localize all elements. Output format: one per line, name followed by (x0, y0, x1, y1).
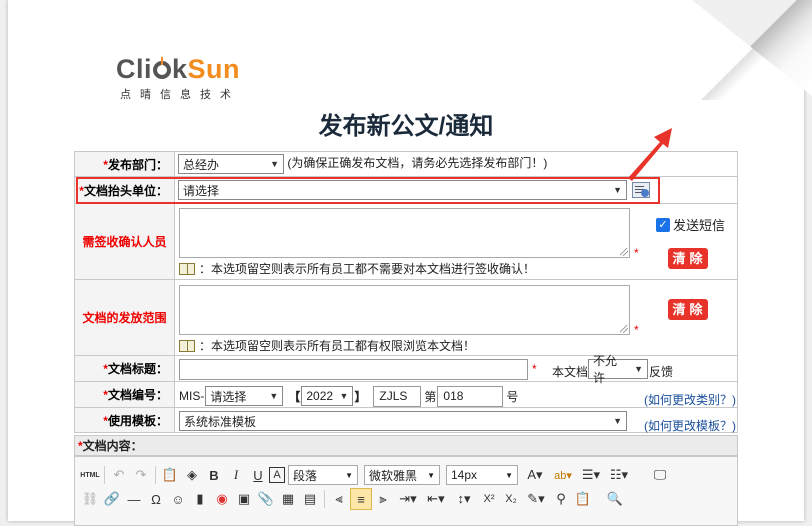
unordered-list-icon[interactable]: ☰▾ (577, 464, 605, 486)
change-template-link[interactable]: (如何更改模板？) (644, 417, 736, 434)
redo-icon[interactable]: ↷ (130, 464, 152, 486)
required-mark: * (634, 246, 639, 260)
feedback-post: 反馈 (649, 365, 674, 379)
sms-label: 发送短信 (673, 218, 726, 233)
year-select[interactable]: 2022 ▼ (301, 386, 354, 406)
serial-input[interactable]: 018 (437, 385, 504, 407)
eraser-icon[interactable]: ◈ (181, 464, 203, 486)
font-size-select[interactable]: 14px ▼ (446, 465, 518, 485)
confirm-clear-button[interactable]: 清除 (668, 248, 708, 269)
html-source-icon[interactable]: HTML (79, 464, 101, 486)
resize-grip-icon[interactable] (620, 248, 628, 256)
confirm-users-textarea[interactable] (179, 208, 630, 258)
undo-icon[interactable]: ↶ (108, 464, 130, 486)
outdent-icon[interactable]: ⇤▾ (422, 488, 450, 510)
chevron-down-icon: ▼ (339, 391, 349, 401)
find-icon[interactable]: ⚲ (550, 488, 572, 510)
doc-number-group: MIS- 请选择 ▼ 【 2022 ▼ 】 ZJLS 第 018 号 (179, 385, 518, 407)
dept-label: *发布部门： (74, 151, 175, 177)
rich-text-editor: HTML ↶ ↷ 📋 ◈ B I U A 段落 ▼ 微软雅黑 ▼ 14px ▼ A▾ … (74, 456, 738, 526)
chevron-down-icon: ▼ (634, 364, 643, 374)
font-border-icon[interactable]: A (269, 467, 285, 483)
doc-number-prefix: MIS- (179, 389, 205, 403)
hao-label: 号 (506, 389, 519, 404)
indent-icon[interactable]: ⇥▾ (394, 488, 422, 510)
italic-icon[interactable]: I (225, 464, 247, 486)
font-family-select[interactable]: 微软雅黑 ▼ (364, 465, 440, 485)
format-brush-icon[interactable]: ✎▾ (522, 488, 550, 510)
map-icon[interactable]: ▤ (299, 488, 321, 510)
highlight-box (76, 177, 660, 204)
clipboard-icon[interactable]: 📋 (572, 488, 594, 510)
scope-label: 文档的发放范围 (74, 279, 175, 356)
align-right-icon[interactable]: ⫸ (372, 488, 394, 510)
font-color-icon[interactable]: A▾ (521, 464, 549, 486)
dept-hint: (为确保正确发布文档，请务必先选择发布部门！) (287, 156, 548, 171)
bracket-open: 【 (288, 389, 301, 404)
special-char-icon[interactable]: Ω (145, 488, 167, 510)
unlink-icon[interactable]: ⛓ (79, 488, 101, 510)
chevron-down-icon: ▼ (270, 159, 279, 169)
paste-icon[interactable]: 📋 (159, 464, 181, 486)
change-category-link[interactable]: (如何更改类别？) (644, 391, 736, 408)
required-mark: * (634, 323, 639, 337)
logo-subtitle: 点晴信息技术 (120, 89, 240, 101)
search-icon[interactable]: 🔍 (604, 488, 626, 510)
ordered-list-icon[interactable]: ☷▾ (605, 464, 633, 486)
image-icon[interactable]: ▣ (233, 488, 255, 510)
emoticon-icon[interactable]: ☺ (167, 488, 189, 510)
feedback-select[interactable]: 不允许 ▼ (588, 354, 648, 385)
scope-clear-button[interactable]: 清除 (668, 299, 708, 320)
resize-grip-icon[interactable] (620, 325, 628, 333)
doc-number-label: *文档编号： (74, 381, 175, 408)
align-center-icon[interactable]: ≡ (350, 488, 372, 510)
toolbar-row-2: ⛓ 🔗 — Ω ☺ ▮ ◉ ▣ 📎 ▦ ▤ ⫷ ≡ ⫸ ⇥▾ ⇤▾ ↕▾ X² … (79, 487, 626, 511)
book-icon (179, 339, 195, 352)
paragraph-select[interactable]: 段落 ▼ (288, 465, 358, 485)
confirm-label: 需签收确认人员 (74, 203, 175, 280)
align-left-icon[interactable]: ⫷ (328, 488, 350, 510)
chevron-down-icon: ▼ (613, 416, 622, 426)
book-icon (179, 262, 195, 275)
di-label: 第 (424, 389, 437, 404)
bold-icon[interactable]: B (203, 464, 225, 486)
required-mark: * (532, 362, 537, 376)
page-title: 发布新公文/通知 (318, 113, 494, 140)
video-icon[interactable]: ▮ (189, 488, 211, 510)
feedback-pre: 本文档 (552, 365, 589, 379)
scope-textarea[interactable] (179, 285, 630, 335)
template-select[interactable]: 系统标准模板 ▼ (179, 411, 627, 431)
content-header: *文档内容： (74, 435, 738, 456)
chevron-down-icon: ▼ (269, 391, 279, 401)
doc-title-label: *文档标题： (74, 355, 175, 382)
dept-select[interactable]: 总经办 ▼ (178, 154, 284, 174)
template-label: *使用模板： (74, 407, 175, 433)
attachment-icon[interactable]: 📎 (255, 488, 277, 510)
doc-title-input[interactable] (179, 359, 528, 380)
annotation-arrow-icon (628, 128, 672, 181)
flash-icon[interactable]: ◉ (211, 488, 233, 510)
scope-note: ：本选项留空则表示所有员工都有权限浏览本文档！ (179, 337, 475, 354)
table-icon[interactable]: ▦ (277, 488, 299, 510)
logo-wordmark: Cli kSun (116, 54, 241, 84)
underline-icon[interactable]: U (247, 464, 269, 486)
link-icon[interactable]: 🔗 (101, 488, 123, 510)
checkbox-checked-icon[interactable]: ✓ (656, 217, 670, 232)
superscript-icon[interactable]: X² (478, 488, 500, 510)
code-input[interactable]: ZJLS (373, 385, 422, 407)
subscript-icon[interactable]: X₂ (500, 488, 522, 510)
confirm-note: ：本选项留空则表示所有员工都不需要对本文档进行签收确认！ (179, 260, 535, 277)
horizontal-rule-icon[interactable]: — (123, 488, 145, 510)
sms-checkbox-group[interactable]: ✓ 发送短信 (656, 215, 725, 234)
fullscreen-icon[interactable]: 🖵 (649, 464, 671, 486)
toolbar-row-1: HTML ↶ ↷ 📋 ◈ B I U A 段落 ▼ 微软雅黑 ▼ 14px ▼ A▾ … (79, 463, 671, 487)
line-height-icon[interactable]: ↕▾ (450, 488, 478, 510)
highlight-color-icon[interactable]: ab▾ (549, 464, 577, 486)
bracket-close: 】 (354, 389, 367, 404)
category-select[interactable]: 请选择 ▼ (205, 386, 284, 406)
logo: Cli kSun 点晴信息技术 (116, 54, 240, 102)
